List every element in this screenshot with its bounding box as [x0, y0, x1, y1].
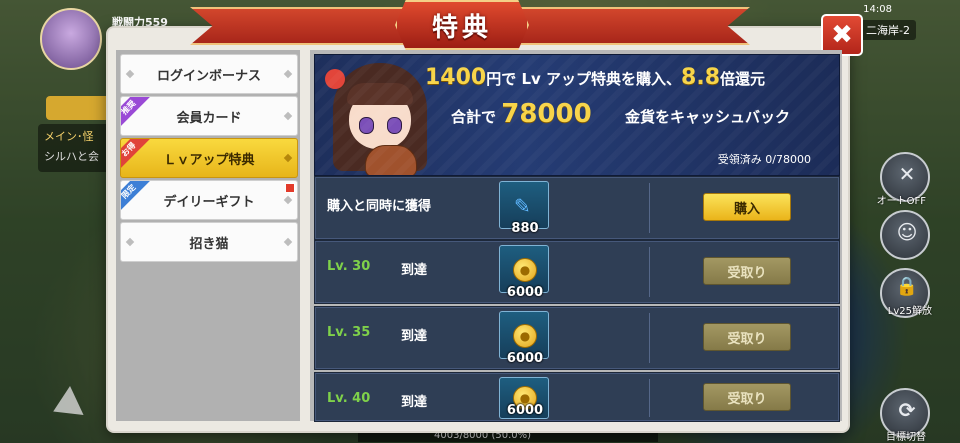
promo-price: 1400: [425, 65, 487, 90]
level-label: Lv. 35: [327, 325, 371, 340]
reach-label: 到達: [401, 263, 428, 278]
quest-line-1: メイン･怪: [44, 130, 94, 143]
lock-icon: 🔒: [895, 276, 919, 297]
dialog-title: 特典: [431, 12, 492, 43]
lv25-unlock-label: Lv25解放: [887, 306, 932, 317]
exp-progress-text: 4003/8000 (50.0%): [434, 430, 532, 441]
quest-line-2: シルハと会: [44, 150, 99, 163]
level-up-bonus-panel: 1400円で Lv アップ特典を購入、8.8倍還元 合計で 78000 金貨をキ…: [310, 50, 842, 422]
new-indicator: [285, 183, 295, 193]
target-switch-label: 目標切替: [886, 432, 926, 443]
auto-off-icon: ✕: [898, 162, 916, 186]
claim-button[interactable]: 受取り: [703, 257, 791, 285]
reward-qty: 6000: [506, 285, 544, 300]
reach-label: 到達: [401, 329, 428, 344]
clock: 14:08: [863, 4, 892, 15]
reach-label: 到達: [401, 395, 428, 410]
character-illustration: [325, 59, 435, 175]
promo-banner: 1400円で Lv アップ特典を購入、8.8倍還元 合計で 78000 金貨をキ…: [314, 54, 840, 176]
gold-coin-icon: ●: [513, 324, 537, 348]
promo-line-2: 合計で 78000 金貨をキャッシュバック: [451, 99, 790, 129]
reward-qty: 6000: [506, 403, 544, 418]
received-count: 受領済み 0/78000: [717, 153, 811, 166]
reward-row-lv35: Lv. 35 到達 ● 6000 受取り: [314, 306, 840, 370]
sidebar-item-label: Ｌｖアップ特典: [163, 152, 255, 168]
diamond-icon: [283, 195, 293, 205]
sidebar-item-member-card[interactable]: 推奨 会員カード: [120, 96, 298, 136]
sidebar-item-label: 会員カード: [176, 110, 242, 126]
diamond-icon: [125, 237, 135, 247]
promo-multiplier: 8.8: [681, 65, 721, 90]
recommended-badge: 推奨: [121, 97, 151, 130]
level-label: Lv. 30: [327, 259, 371, 274]
feather-icon: ✎: [514, 194, 531, 218]
title-plate: 特典: [395, 0, 529, 50]
location-label: 二海岸-2: [860, 20, 916, 40]
diamond-icon: [283, 237, 293, 247]
claim-button[interactable]: 受取り: [703, 323, 791, 351]
diamond-icon: [283, 69, 293, 79]
sidebar-item-label: ログインボーナス: [156, 68, 261, 84]
sidebar-item-label: 招き猫: [189, 236, 229, 252]
deal-badge: お得: [121, 139, 151, 172]
diamond-icon: [283, 153, 293, 163]
row-label: 購入と同時に獲得: [327, 199, 432, 214]
reward-row-purchase: 購入と同時に獲得 ✎ 880 購入: [314, 176, 840, 240]
reward-qty: 880: [511, 221, 539, 236]
auto-off-label: オートOFF: [876, 196, 926, 207]
diamond-icon: [283, 111, 293, 121]
character-icon: ☺: [896, 220, 918, 244]
sidebar-item-lucky-cat[interactable]: 招き猫: [120, 222, 298, 262]
promo-total: 78000: [501, 99, 592, 129]
level-label: Lv. 40: [327, 391, 371, 406]
diamond-icon: [125, 69, 135, 79]
claim-button[interactable]: 受取り: [703, 383, 791, 411]
reward-row-lv30: Lv. 30 到達 ● 6000 受取り: [314, 240, 840, 304]
sidebar-item-level-up-bonus[interactable]: お得 Ｌｖアップ特典: [120, 138, 298, 178]
gold-coin-icon: ●: [513, 258, 537, 282]
reward-qty: 6000: [506, 351, 544, 366]
sidebar-item-login-bonus[interactable]: ログインボーナス: [120, 54, 298, 94]
bonus-sidebar: ログインボーナス 推奨 会員カード お得 Ｌｖアップ特典 限定 デイリーギフト …: [116, 50, 300, 421]
switch-icon: ⟳: [898, 398, 916, 422]
buy-button[interactable]: 購入: [703, 193, 791, 221]
close-icon: ✖: [831, 20, 853, 50]
reward-row-lv40: Lv. 40 到達 ● 6000 受取り: [314, 372, 840, 422]
promo-line-1: 1400円で Lv アップ特典を購入、8.8倍還元: [425, 65, 766, 90]
sidebar-item-daily-gift[interactable]: 限定 デイリーギフト: [120, 180, 298, 220]
player-avatar[interactable]: [40, 8, 102, 70]
sidebar-item-label: デイリーギフト: [163, 194, 255, 210]
limited-badge: 限定: [121, 181, 151, 214]
